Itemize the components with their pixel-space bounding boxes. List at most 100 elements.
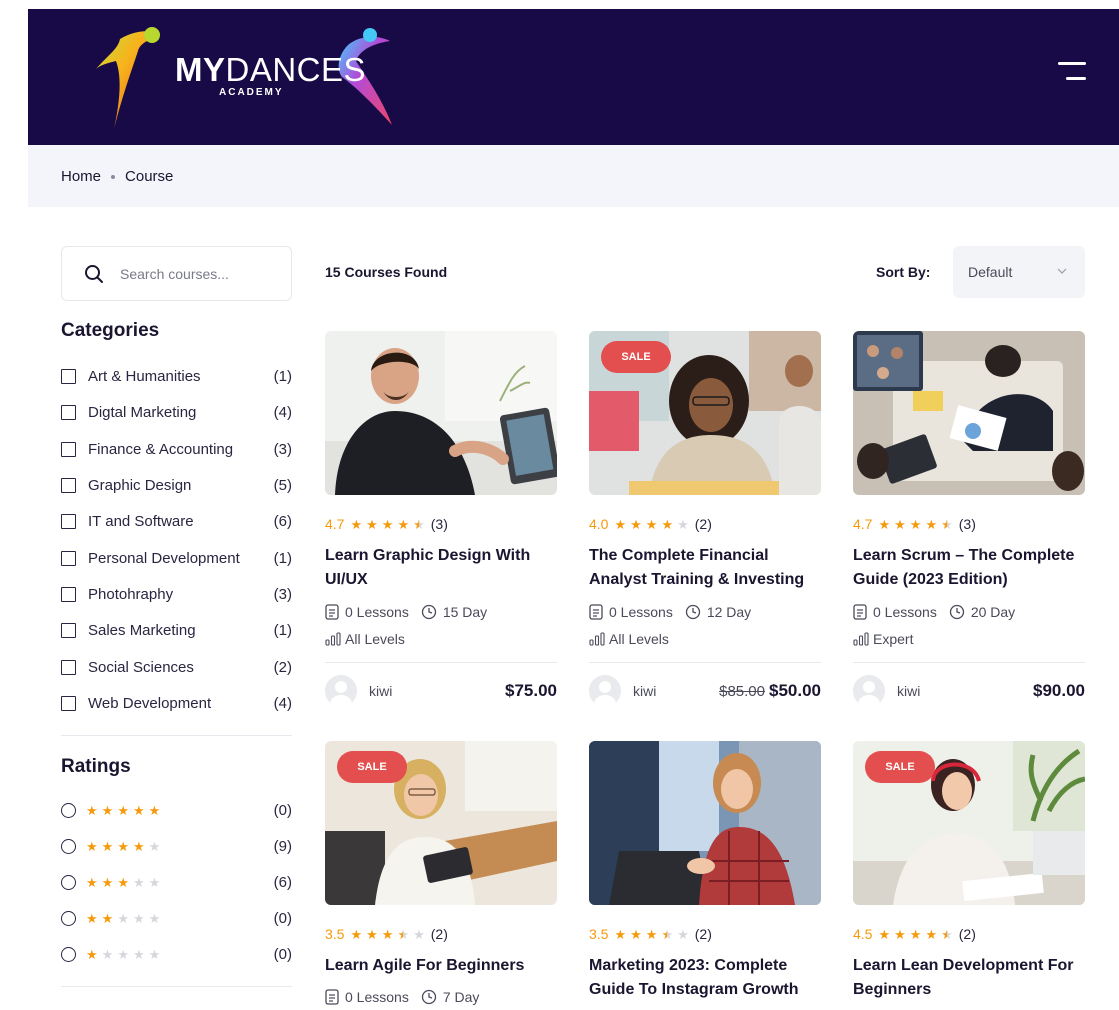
rating-radio[interactable] bbox=[61, 802, 76, 818]
author-name[interactable]: kiwi bbox=[369, 683, 392, 699]
breadcrumb-home[interactable]: Home bbox=[61, 168, 101, 185]
course-thumbnail[interactable] bbox=[325, 331, 557, 495]
bar-chart-icon bbox=[589, 632, 605, 646]
author-name[interactable]: kiwi bbox=[897, 683, 920, 699]
card-footer: kiwi $75.00 bbox=[325, 675, 557, 707]
course-image bbox=[325, 331, 557, 495]
rating-count: (0) bbox=[273, 945, 292, 963]
category-item[interactable]: Art & Humanities (1) bbox=[61, 365, 292, 387]
category-label: Web Development bbox=[88, 694, 212, 712]
rating-filter-1[interactable]: ★ ★ ★ ★ ★ (0) bbox=[61, 943, 292, 965]
course-thumbnail[interactable]: SALE bbox=[325, 741, 557, 905]
course-level: Expert bbox=[853, 631, 913, 647]
course-image bbox=[853, 331, 1085, 495]
category-item[interactable]: Digtal Marketing (4) bbox=[61, 401, 292, 423]
avatar-icon[interactable] bbox=[589, 675, 621, 707]
course-card[interactable]: 4.7 ★ ★ ★ ★ ★ (3) Learn Scrum – The Complete G… bbox=[853, 331, 1085, 707]
course-title[interactable]: Marketing 2023: Complete Guide To Instag… bbox=[589, 954, 821, 1002]
course-title[interactable]: Learn Agile For Beginners bbox=[325, 954, 561, 978]
category-count: (1) bbox=[273, 549, 292, 567]
rating-radio[interactable] bbox=[61, 838, 76, 854]
category-checkbox[interactable] bbox=[61, 622, 76, 638]
category-item[interactable]: Personal Development (1) bbox=[61, 547, 292, 569]
rating-filter-2[interactable]: ★ ★ ★ ★ ★ (0) bbox=[61, 907, 292, 929]
star-icon: ★ bbox=[645, 926, 658, 942]
brand-tagline: ACADEMY bbox=[219, 87, 284, 98]
course-rating: 4.0 ★ ★ ★ ★ ★ (2) bbox=[589, 516, 712, 532]
sale-badge: SALE bbox=[337, 751, 407, 783]
star-icon: ★ bbox=[941, 516, 953, 532]
star-rating: ★ ★ ★ ★ ★ bbox=[614, 518, 688, 531]
course-thumbnail[interactable]: SALE bbox=[589, 331, 821, 495]
category-item[interactable]: Sales Marketing (1) bbox=[61, 619, 292, 641]
course-title[interactable]: Learn Lean Development For Beginners bbox=[853, 954, 1089, 1002]
star-icon: ★ bbox=[101, 838, 114, 854]
category-checkbox[interactable] bbox=[61, 477, 76, 493]
course-title[interactable]: The Complete Financial Analyst Training … bbox=[589, 544, 825, 592]
site-header: MYDANCES ACADEMY bbox=[28, 9, 1119, 145]
category-item[interactable]: Social Sciences (2) bbox=[61, 656, 292, 678]
course-price: $90.00 bbox=[1033, 681, 1085, 701]
category-checkbox[interactable] bbox=[61, 586, 76, 602]
course-title[interactable]: Learn Scrum – The Complete Guide (2023 E… bbox=[853, 544, 1089, 592]
star-icon: ★ bbox=[86, 946, 98, 962]
category-count: (2) bbox=[273, 658, 292, 676]
review-count: (2) bbox=[430, 926, 448, 942]
course-rating: 4.7 ★ ★ ★ ★ ★ (3) bbox=[853, 516, 976, 532]
avatar-icon[interactable] bbox=[853, 675, 885, 707]
sort-value: Default bbox=[968, 264, 1013, 280]
star-icon: ★ bbox=[661, 516, 674, 532]
category-item[interactable]: Graphic Design (5) bbox=[61, 474, 292, 496]
avatar-icon[interactable] bbox=[325, 675, 357, 707]
category-item[interactable]: Finance & Accounting (3) bbox=[61, 438, 292, 460]
lesson-count: 0 Lessons bbox=[873, 604, 937, 620]
rating-value: 4.7 bbox=[853, 516, 873, 532]
category-checkbox[interactable] bbox=[61, 404, 76, 420]
star-icon: ★ bbox=[381, 926, 394, 942]
course-title[interactable]: Learn Graphic Design With UI/UX bbox=[325, 544, 561, 592]
hamburger-icon[interactable] bbox=[1058, 62, 1086, 82]
category-item[interactable]: Web Development (4) bbox=[61, 692, 292, 714]
rating-radio[interactable] bbox=[61, 946, 76, 962]
course-thumbnail[interactable] bbox=[589, 741, 821, 905]
course-thumbnail[interactable]: SALE bbox=[853, 741, 1085, 905]
star-icon: ★ bbox=[101, 802, 114, 818]
course-card[interactable]: 4.7 ★ ★ ★ ★ ★ (3) Learn Graphic Design With UI… bbox=[325, 331, 557, 707]
course-card[interactable]: SALE 4.5 ★ ★ ★ ★ ★ (2) Learn Lean Development … bbox=[853, 741, 1085, 998]
search-input[interactable] bbox=[120, 261, 280, 287]
rating-radio[interactable] bbox=[61, 874, 76, 890]
category-checkbox[interactable] bbox=[61, 368, 76, 384]
course-card[interactable]: SALE 4.0 ★ ★ ★ ★ ★ (2) The Complete Financial … bbox=[589, 331, 821, 707]
course-duration: 12 Day bbox=[706, 604, 752, 620]
star-icon: ★ bbox=[101, 946, 114, 962]
star-icon: ★ bbox=[132, 910, 145, 926]
star-icon: ★ bbox=[925, 516, 938, 532]
author-name[interactable]: kiwi bbox=[633, 683, 656, 699]
category-checkbox[interactable] bbox=[61, 695, 76, 711]
star-icon: ★ bbox=[614, 516, 627, 532]
price-current: $75.00 bbox=[505, 681, 557, 700]
rating-filter-5[interactable]: ★ ★ ★ ★ ★ (0) bbox=[61, 799, 292, 821]
rating-count: (0) bbox=[273, 909, 292, 927]
star-icon: ★ bbox=[630, 926, 642, 942]
rating-filter-4[interactable]: ★ ★ ★ ★ ★ (9) bbox=[61, 835, 292, 857]
course-card[interactable]: 3.5 ★ ★ ★ ★ ★ (2) Marketing 2023: Complete Gui… bbox=[589, 741, 821, 998]
rating-filter-3[interactable]: ★ ★ ★ ★ ★ (6) bbox=[61, 871, 292, 893]
brand-logo[interactable]: MYDANCES ACADEMY bbox=[60, 17, 400, 137]
category-count: (1) bbox=[273, 621, 292, 639]
category-item[interactable]: IT and Software (6) bbox=[61, 510, 292, 532]
search-icon[interactable] bbox=[84, 264, 104, 284]
category-checkbox[interactable] bbox=[61, 659, 76, 675]
star-icon: ★ bbox=[397, 516, 410, 532]
category-checkbox[interactable] bbox=[61, 550, 76, 566]
star-icon: ★ bbox=[132, 838, 145, 854]
category-count: (3) bbox=[273, 585, 292, 603]
category-item[interactable]: Photohraphy (3) bbox=[61, 583, 292, 605]
course-card[interactable]: SALE 3.5 ★ ★ ★ ★ ★ (2) Learn Agile For Beginne… bbox=[325, 741, 557, 1005]
star-icon: ★ bbox=[350, 926, 363, 942]
category-checkbox[interactable] bbox=[61, 441, 76, 457]
category-checkbox[interactable] bbox=[61, 513, 76, 529]
course-thumbnail[interactable] bbox=[853, 331, 1085, 495]
sort-select[interactable]: Default bbox=[953, 246, 1085, 298]
rating-radio[interactable] bbox=[61, 910, 76, 926]
